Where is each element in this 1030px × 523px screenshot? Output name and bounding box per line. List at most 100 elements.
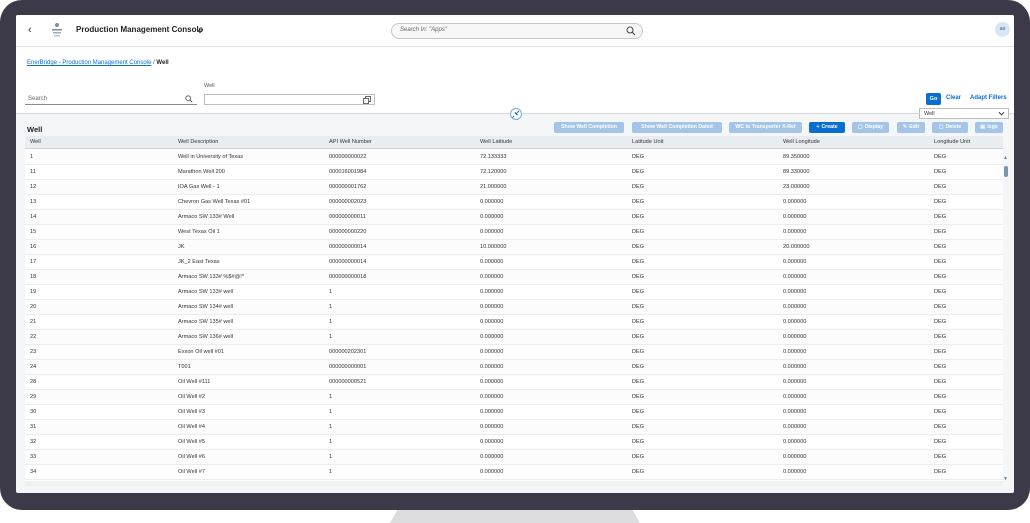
cell-longitude-unit: DEG <box>934 424 947 430</box>
chevron-down-icon[interactable] <box>998 110 1005 117</box>
filter-search-input[interactable]: Search <box>25 94 197 105</box>
cell-well: 16 <box>30 244 37 250</box>
well-filter-input[interactable] <box>204 94 375 105</box>
cell-longitude-unit: DEG <box>934 244 947 250</box>
table-row[interactable]: 15 West Texas Oil 1 000000000220 0.000000 DE… <box>25 225 1003 240</box>
table-row[interactable]: 30 Oil Well #3 1 0.000000 DEG 0.000000 DEG <box>25 405 1003 420</box>
cell-longitude-unit: DEG <box>934 184 947 190</box>
search-icon[interactable] <box>185 95 193 103</box>
cell-well-longitude: 0.000000 <box>783 229 807 235</box>
table-horizontal-scrollbar[interactable] <box>25 481 1003 486</box>
table-row[interactable]: 17 JK_2 East Texas 000000000014 0.000000 DEG… <box>25 255 1003 270</box>
scroll-down-icon[interactable]: ▼ <box>1003 476 1008 482</box>
column-header-well-longitude[interactable]: Well Longitude <box>783 139 820 145</box>
column-header-well-description[interactable]: Well Description <box>178 139 218 145</box>
pin-header-button[interactable] <box>510 108 522 120</box>
table-row[interactable]: 34 Oil Well #7 1 0.000000 DEG 0.000000 DEG <box>25 465 1003 480</box>
cell-latitude-unit: DEG <box>632 379 645 385</box>
table-row[interactable]: 11 Marathon Well 200 000016001984 72.120000… <box>25 165 1003 180</box>
clear-button[interactable]: Clear <box>946 95 961 101</box>
cell-well-description: T001 <box>178 364 191 370</box>
cell-api-well-number: 000000002023 <box>329 199 367 205</box>
cell-longitude-unit: DEG <box>934 364 947 370</box>
cell-well: 34 <box>30 469 37 475</box>
cell-well-latitude: 0.000000 <box>480 199 504 205</box>
column-header-longitude-unit[interactable]: Longitude Unit <box>934 139 970 145</box>
cell-well-longitude: 89.350000 <box>783 154 810 160</box>
back-button[interactable]: ‹ <box>28 24 32 36</box>
cell-well-description: JK <box>178 244 185 250</box>
chevron-down-icon[interactable] <box>196 27 204 35</box>
wc-to-transporter-xref-button[interactable]: WC to Transporter X-Ref <box>729 122 802 133</box>
delete-button[interactable]: ▢ Delete <box>932 122 968 133</box>
create-button[interactable]: + Create <box>809 122 845 133</box>
variant-select[interactable]: Well <box>919 108 1009 119</box>
cell-well-description: Armaco SW 134# well <box>178 304 234 310</box>
column-header-api-well-number[interactable]: API Well Number <box>329 139 372 145</box>
cell-well-latitude: 0.000000 <box>480 334 504 340</box>
cell-well-latitude: 72.133333 <box>480 154 507 160</box>
cell-well-latitude: 0.000000 <box>480 304 504 310</box>
column-header-well[interactable]: Well <box>30 139 41 145</box>
column-header-well-latitude[interactable]: Well Latitude <box>480 139 512 145</box>
app-screen: ‹ Production Management Console Search I… <box>16 15 1014 493</box>
global-search-input[interactable]: Search In: "Apps" <box>391 23 643 39</box>
display-button[interactable]: ▢ Display <box>852 122 889 133</box>
cell-well-latitude: 0.000000 <box>480 319 504 325</box>
scroll-up-icon[interactable]: ▲ <box>1003 155 1008 161</box>
table-row[interactable]: 21 Armaco SW 135# well 1 0.000000 DEG 0.00000… <box>25 315 1003 330</box>
cell-well-longitude: 0.000000 <box>783 274 807 280</box>
cell-latitude-unit: DEG <box>632 154 645 160</box>
go-button[interactable]: Go <box>926 93 941 105</box>
cell-well: 28 <box>30 379 37 385</box>
table-row[interactable]: 12 IOA Gas Well - 1 000000001762 21.000000 D… <box>25 180 1003 195</box>
table-row[interactable]: 29 Oil Well #2 1 0.000000 DEG 0.000000 DEG <box>25 390 1003 405</box>
table-row[interactable]: 23 Exxon Oil well #01 000000202301 0.000000… <box>25 345 1003 360</box>
table-row[interactable]: 22 Armaco SW 136# well 1 0.000000 DEG 0.00000… <box>25 330 1003 345</box>
cell-well: 30 <box>30 409 37 415</box>
table-row[interactable]: 13 Chevron Gas Well Texas #01 000000002023… <box>25 195 1003 210</box>
scrollbar-thumb[interactable] <box>1004 166 1008 177</box>
show-well-completion-dated-button[interactable]: Show Well Completion Dated <box>632 122 722 133</box>
adapt-filters-button[interactable]: Adapt Filters <box>970 95 1007 101</box>
table-row[interactable]: 19 Armaco SW 133# well 1 0.000000 DEG 0.00000… <box>25 285 1003 300</box>
cell-well-latitude: 0.000000 <box>480 469 504 475</box>
table-row[interactable]: 31 Oil Well #4 1 0.000000 DEG 0.000000 DEG <box>25 420 1003 435</box>
show-well-completion-button[interactable]: Show Well Completion <box>554 122 624 133</box>
table-row[interactable]: 1 Well in University of Texas 000000000022… <box>25 150 1003 165</box>
edit-button[interactable]: ✎ Edit <box>897 122 925 133</box>
cell-well: 24 <box>30 364 37 370</box>
table-row[interactable]: 16 JK 000000000014 10.000000 DEG 20.000000 DEG <box>25 240 1003 255</box>
delete-icon: ▢ <box>938 124 944 130</box>
breadcrumb-current: Well <box>156 60 169 66</box>
cell-well-latitude: 0.000000 <box>480 289 504 295</box>
table-toolbar: Show Well Completion Show Well Completio… <box>16 121 1014 135</box>
table-row[interactable]: 18 Armaco SW 133# %$#@!* 000000000018 0.000… <box>25 270 1003 285</box>
cell-longitude-unit: DEG <box>934 304 947 310</box>
cell-well-longitude: 0.000000 <box>783 469 807 475</box>
cell-api-well-number: 1 <box>329 319 333 325</box>
search-icon[interactable] <box>626 26 636 36</box>
table-row[interactable]: 24 T001 000000000001 0.000000 DEG 0.000000 DEG <box>25 360 1003 375</box>
table-row[interactable]: 28 Oil Well #111 000000000521 0.000000 DEG 0.… <box>25 375 1003 390</box>
table-vertical-scrollbar[interactable]: ▲ ▼ <box>1003 150 1009 484</box>
table-row[interactable]: 20 Armaco SW 134# well 1 0.000000 DEG 0.00000… <box>25 300 1003 315</box>
cell-latitude-unit: DEG <box>632 319 645 325</box>
well-table: Well Well Description API Well Number We… <box>25 136 1003 481</box>
cell-well-longitude: 0.000000 <box>783 199 807 205</box>
value-help-icon[interactable] <box>363 96 371 104</box>
column-header-latitude-unit[interactable]: Latitude Unit <box>632 139 663 145</box>
avatar[interactable]: as <box>995 22 1010 37</box>
table-row[interactable]: 33 Oil Well #6 1 0.000000 DEG 0.000000 DEG <box>25 450 1003 465</box>
button-label: Show Well Completion <box>561 124 617 130</box>
cell-latitude-unit: DEG <box>632 184 645 190</box>
cell-well-latitude: 0.000000 <box>480 409 504 415</box>
app-title[interactable]: Production Management Console <box>76 25 203 34</box>
cell-latitude-unit: DEG <box>632 229 645 235</box>
table-row[interactable]: 14 Armaco SW 133# Well 000000000011 0.00000… <box>25 210 1003 225</box>
cell-longitude-unit: DEG <box>934 289 947 295</box>
table-row[interactable]: 32 Oil Well #5 1 0.000000 DEG 0.000000 DEG <box>25 435 1003 450</box>
breadcrumb-link-root[interactable]: EnerBridge - Production Management Conso… <box>27 60 151 66</box>
cell-api-well-number: 1 <box>329 394 333 400</box>
logs-button[interactable]: ▤ logs <box>975 122 1003 133</box>
